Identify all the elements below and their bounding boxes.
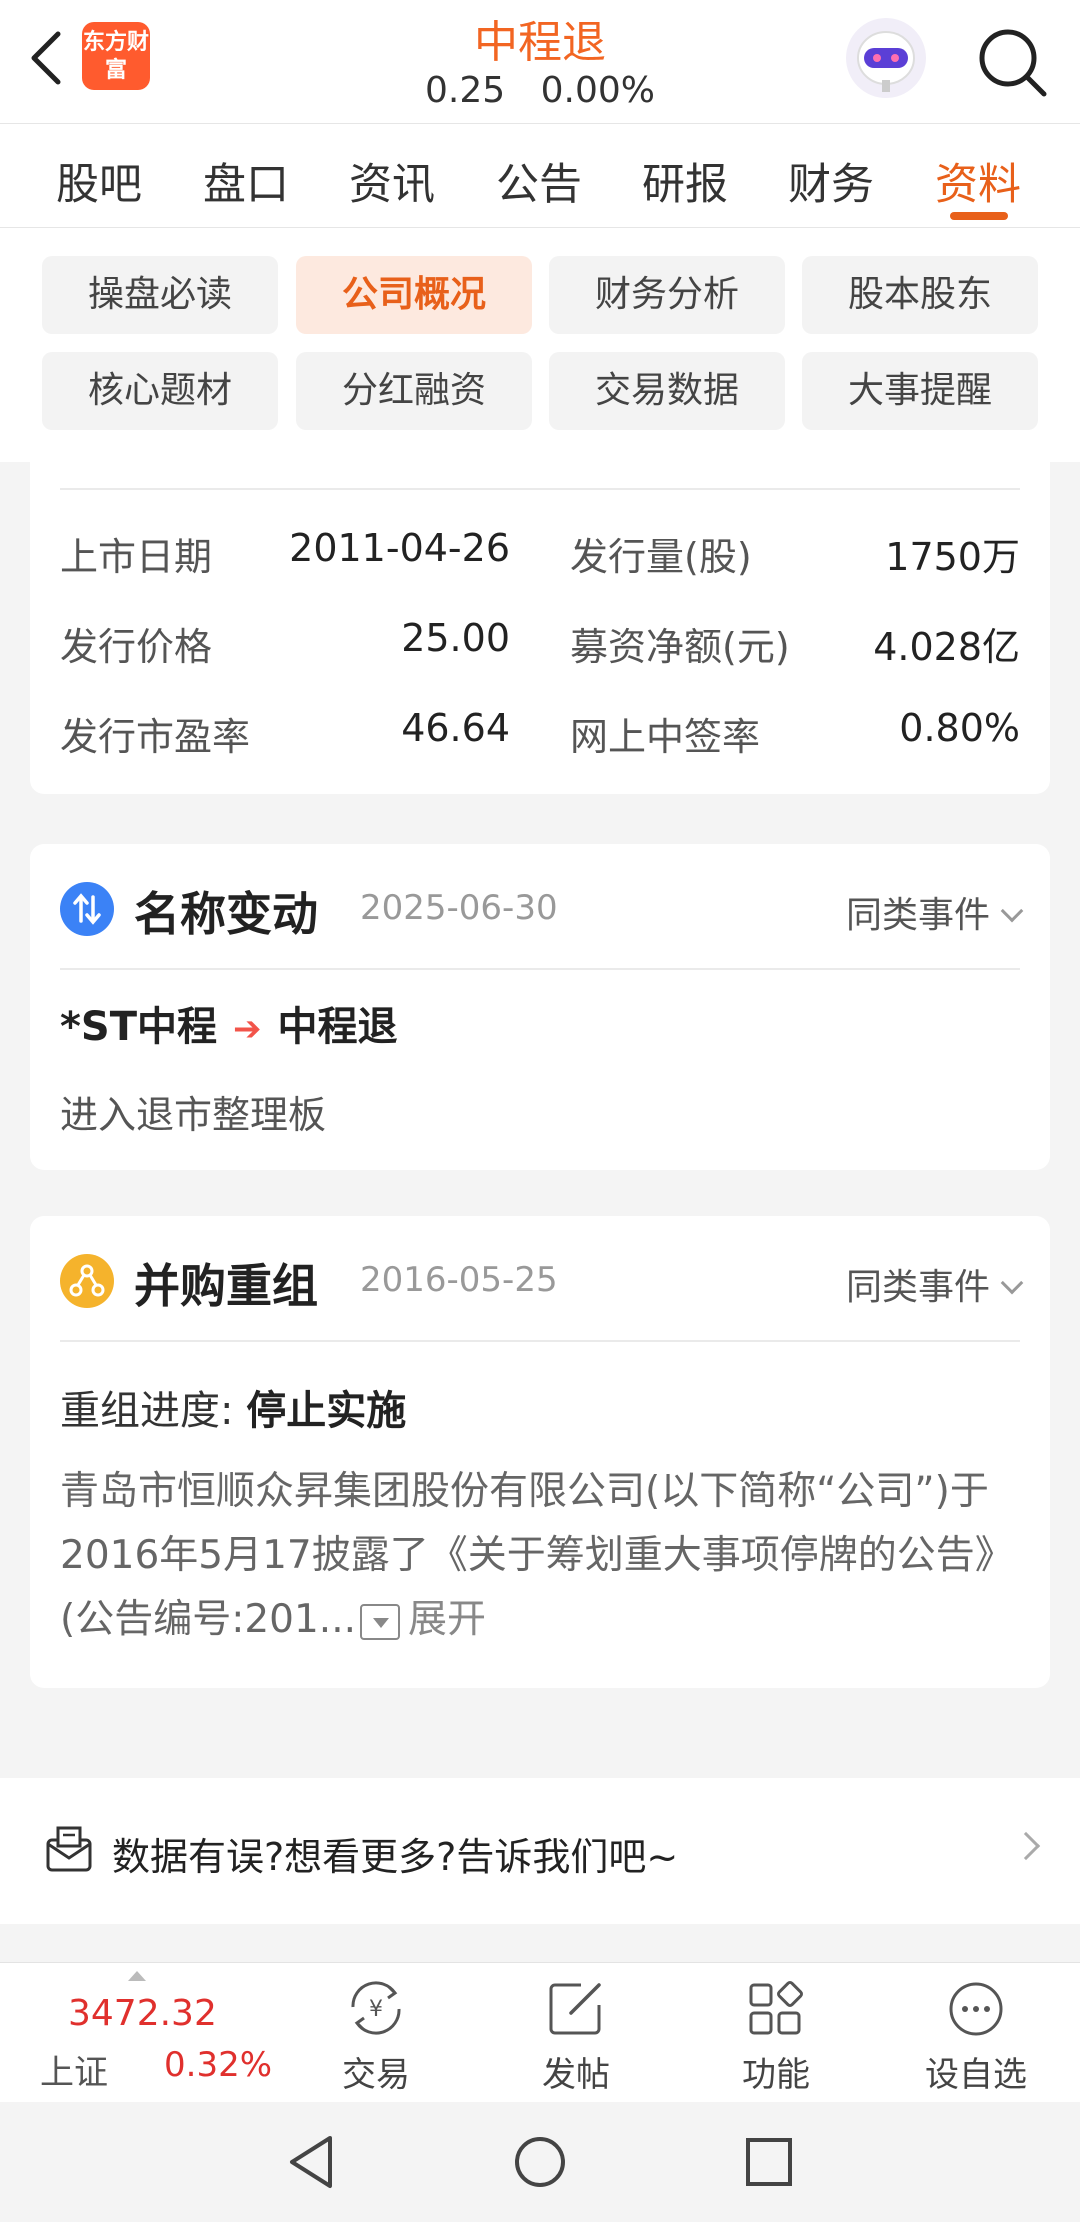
grid-icon xyxy=(749,1981,803,2035)
compose-icon xyxy=(549,1983,601,2035)
tab-research[interactable]: 研报 xyxy=(642,150,728,212)
search-button[interactable] xyxy=(972,22,1052,102)
search-icon xyxy=(979,29,1047,97)
listing-date-value: 2011-04-26 xyxy=(289,526,510,570)
index-value[interactable]: 3472.32 xyxy=(68,1993,217,2034)
system-nav-bar xyxy=(0,2102,1080,2222)
event-title: 并购重组 xyxy=(134,1259,318,1313)
name-change-event-card: 名称变动 2025-06-30 同类事件 *ST中程 ➔ 中程退 进入退市整理板 xyxy=(30,844,1050,1170)
event-date: 2016-05-25 xyxy=(360,1260,558,1300)
net-proceeds-label: 募资净额(元) xyxy=(570,625,790,669)
issue-info-card: 上市日期 2011-04-26 发行量(股) 1750万 发行价格 25.00 … xyxy=(30,462,1050,794)
trade-label: 交易 xyxy=(342,2055,410,2095)
reorg-progress: 重组进度: 停止实施 xyxy=(60,1378,406,1436)
tab-announcements[interactable]: 公告 xyxy=(496,150,582,212)
description-text: 青岛市恒顺众昇集团股份有限公司(以下简称“公司”)于2016年5月17披露了《关… xyxy=(60,1469,1014,1642)
tab-pankou[interactable]: 盘口 xyxy=(203,150,289,212)
old-name: *ST中程 xyxy=(60,1004,218,1050)
issue-volume-label: 发行量(股) xyxy=(570,535,752,579)
reorg-progress-label: 重组进度: xyxy=(60,1388,234,1434)
tab-guba[interactable]: 股吧 xyxy=(56,150,142,212)
tab-profile[interactable]: 资料 xyxy=(935,150,1021,212)
expand-link[interactable]: 展开 xyxy=(408,1597,486,1642)
stock-quote: 0.25 0.00% xyxy=(340,70,740,111)
top-bar: 东方财富 中程退 0.25 0.00% xyxy=(0,0,1080,124)
similar-events-label: 同类事件 xyxy=(845,895,990,936)
event-date: 2025-06-30 xyxy=(360,888,558,928)
network-icon xyxy=(60,1254,114,1308)
chevron-down-icon xyxy=(1000,1271,1024,1295)
issue-price-label: 发行价格 xyxy=(60,625,213,669)
tab-news[interactable]: 资讯 xyxy=(349,150,435,212)
similar-events-link[interactable]: 同类事件 xyxy=(845,1258,1024,1310)
name-change-note: 进入退市整理板 xyxy=(60,1093,327,1137)
app-logo[interactable]: 东方财富 xyxy=(82,22,150,90)
issue-pe-label: 发行市盈率 xyxy=(60,715,251,759)
compose-button[interactable]: 发帖 xyxy=(506,1973,646,2096)
index-name[interactable]: 上证 xyxy=(40,2045,108,2094)
compose-label: 发帖 xyxy=(542,2055,610,2095)
similar-events-label: 同类事件 xyxy=(845,1267,990,1308)
chip-shareholders[interactable]: 股本股东 xyxy=(802,256,1038,334)
nav-back-icon[interactable] xyxy=(284,2132,338,2192)
nav-home-icon[interactable] xyxy=(512,2132,568,2192)
more-icon xyxy=(949,1982,1003,2036)
chip-major-events[interactable]: 大事提醒 xyxy=(802,352,1038,430)
name-change-row: *ST中程 ➔ 中程退 xyxy=(60,994,398,1052)
trade-icon: ¥ xyxy=(351,1981,401,2035)
lottery-rate-label: 网上中签率 xyxy=(570,715,761,759)
issue-pe-value: 46.64 xyxy=(401,706,510,750)
stock-price: 0.25 xyxy=(425,70,506,111)
new-name: 中程退 xyxy=(277,1004,398,1050)
listing-date-label: 上市日期 xyxy=(60,535,213,579)
index-percent[interactable]: 0.32% xyxy=(164,2045,272,2085)
caret-up-icon[interactable] xyxy=(128,1971,146,1981)
svg-text:¥: ¥ xyxy=(369,1997,383,2022)
chip-core-themes[interactable]: 核心题材 xyxy=(42,352,278,430)
functions-button[interactable]: 功能 xyxy=(706,1973,846,2096)
functions-label: 功能 xyxy=(742,2055,810,2095)
arrow-right-icon: ➔ xyxy=(233,1009,262,1049)
chip-company-overview[interactable]: 公司概况 xyxy=(296,256,532,334)
chip-dividend-financing[interactable]: 分红融资 xyxy=(296,352,532,430)
chip-trading-data[interactable]: 交易数据 xyxy=(549,352,785,430)
trade-button[interactable]: ¥ 交易 xyxy=(306,1973,446,2096)
sub-section-chips: 操盘必读 公司概况 财务分析 股本股东 核心题材 分红融资 交易数据 大事提醒 xyxy=(0,228,1080,462)
similar-events-link[interactable]: 同类事件 xyxy=(845,886,1024,938)
tab-finance[interactable]: 财务 xyxy=(788,150,874,212)
chevron-down-icon xyxy=(1000,899,1024,923)
merger-event-card: 并购重组 2016-05-25 同类事件 重组进度: 停止实施 青岛市恒顺众昇集… xyxy=(30,1216,1050,1688)
back-button[interactable] xyxy=(22,26,72,90)
active-tab-indicator xyxy=(950,212,1008,220)
lottery-rate-value: 0.80% xyxy=(899,706,1020,750)
main-tabs: 股吧 盘口 资讯 公告 研报 财务 资料 xyxy=(0,124,1080,228)
event-title: 名称变动 xyxy=(134,887,318,941)
stock-change: 0.00% xyxy=(540,70,655,111)
robot-assistant-icon[interactable] xyxy=(846,18,926,98)
chevron-right-icon xyxy=(1011,1831,1041,1861)
expand-icon[interactable] xyxy=(360,1603,400,1640)
feedback-text: 数据有误?想看更多?告诉我们吧~ xyxy=(112,1835,679,1879)
stock-name: 中程退 xyxy=(474,17,606,68)
chip-financial-analysis[interactable]: 财务分析 xyxy=(549,256,785,334)
issue-volume-value: 1750万 xyxy=(885,535,1020,579)
bottom-toolbar: 3472.32 上证 0.32% ¥ 交易 发帖 功能 设自选 xyxy=(0,1962,1080,2102)
divider xyxy=(60,1340,1020,1342)
issue-price-value: 25.00 xyxy=(401,616,510,660)
net-proceeds-value: 4.028亿 xyxy=(873,625,1020,669)
add-watchlist-button[interactable]: 设自选 xyxy=(906,1973,1046,2096)
add-watchlist-label: 设自选 xyxy=(925,2055,1027,2095)
chip-must-read[interactable]: 操盘必读 xyxy=(42,256,278,334)
divider xyxy=(60,968,1020,970)
nav-recents-icon[interactable] xyxy=(742,2132,796,2192)
swap-icon xyxy=(60,882,114,936)
divider xyxy=(60,488,1020,490)
feedback-mail-icon xyxy=(46,1826,92,1872)
feedback-row[interactable]: 数据有误?想看更多?告诉我们吧~ xyxy=(0,1778,1080,1924)
reorg-progress-value: 停止实施 xyxy=(246,1388,407,1434)
event-description: 青岛市恒顺众昇集团股份有限公司(以下简称“公司”)于2016年5月17披露了《关… xyxy=(60,1460,1020,1652)
back-arrow-icon xyxy=(31,31,61,85)
